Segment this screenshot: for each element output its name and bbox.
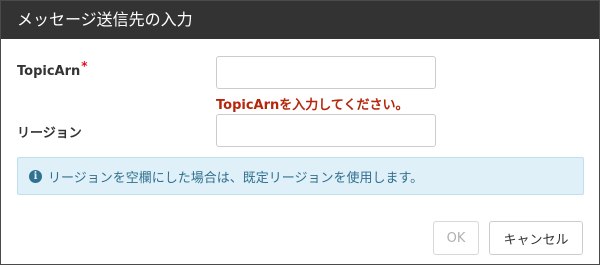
dialog-title: メッセージ送信先の入力 [1,1,599,39]
topic-arn-label: TopicArn* [17,59,88,79]
info-message-text: リージョンを空欄にした場合は、既定リージョンを使用します。 [48,170,424,186]
message-destination-dialog: メッセージ送信先の入力 TopicArn* TopicArnを入力してください。… [0,0,600,265]
ok-button[interactable]: OK [433,221,479,255]
region-label: リージョン [17,126,82,141]
info-message-box: i リージョンを空欄にした場合は、既定リージョンを使用します。 [17,157,584,195]
info-circle-icon: i [29,169,42,183]
region-input[interactable] [216,114,436,147]
topic-arn-error-message: TopicArnを入力してください。 [216,98,409,113]
cancel-button[interactable]: キャンセル [489,221,583,255]
required-mark: * [81,59,88,73]
topic-arn-label-text: TopicArn [17,64,81,79]
topic-arn-input[interactable] [216,56,436,89]
